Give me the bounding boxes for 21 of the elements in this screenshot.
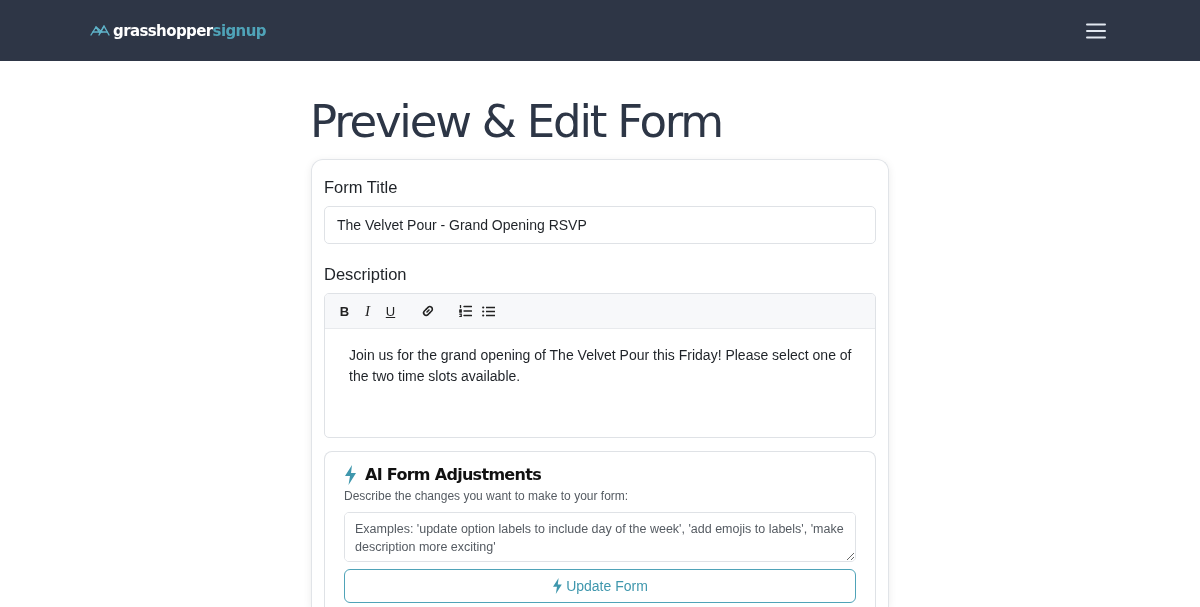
field-label: Form Title <box>324 177 399 198</box>
field-label: Description <box>324 264 408 285</box>
bold-button[interactable]: B <box>335 301 354 321</box>
page-title: Preview & Edit Form <box>310 94 723 150</box>
lightning-icon <box>344 465 356 485</box>
link-icon <box>421 304 435 318</box>
adjustments-input[interactable]: Examples: 'update option labels to include day of the week', 'add emojis to labels', 'make description more exciting' <box>344 512 856 562</box>
description-editor[interactable]: Join us for the grand opening of The Velvet Pour this Friday! Please select one of the two time slots available. <box>325 329 875 437</box>
underline-button[interactable]: U <box>381 301 400 321</box>
logo-icon <box>90 24 110 37</box>
update-form-button[interactable]: Update Form <box>344 569 856 603</box>
panel-title: AI Form Adjustments <box>365 464 541 486</box>
menu-button[interactable] <box>1086 22 1106 39</box>
numbered-list-icon <box>459 305 472 317</box>
lightning-icon <box>552 578 563 594</box>
logo-wordmark[interactable]: grasshoppersignup <box>113 21 266 40</box>
panel-instructions: Describe the changes you want to make to your form: <box>344 488 630 504</box>
bullet-list-icon <box>482 305 495 317</box>
italic-button[interactable]: I <box>358 301 377 321</box>
title-input[interactable]: The Velvet Pour - Grand Opening RSVP <box>324 206 876 244</box>
menu-icon <box>1086 22 1106 39</box>
